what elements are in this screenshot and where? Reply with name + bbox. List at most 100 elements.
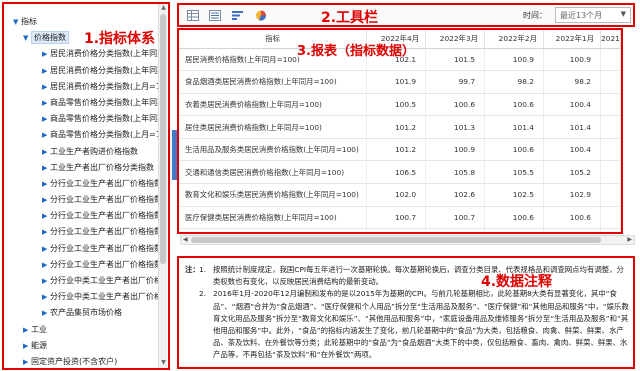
tree-item[interactable]: ▶商品零售价格分类指数(上月=100)	[4, 127, 158, 143]
tree-item[interactable]: ▶ 分行业工业生产者出厂价格指数	[4, 176, 158, 192]
tree-item[interactable]: ▶商品零售价格分类指数(上年同期=100)	[4, 95, 158, 111]
table-cell-overflow	[600, 138, 621, 162]
scroll-down-icon[interactable]: ▼	[159, 359, 168, 368]
tree-scroll-thumb[interactable]	[160, 14, 166, 264]
caret-right-icon[interactable]: ▶	[42, 95, 50, 111]
time-range-select[interactable]: 最近13个月 ▼	[555, 7, 631, 23]
table-icon[interactable]	[187, 10, 199, 21]
table-cell: 100.9	[425, 138, 486, 162]
row-indicator-name: 居住类居民消费价格指数(上年同月=100)	[179, 115, 368, 139]
caret-right-icon[interactable]: ▶	[23, 322, 31, 338]
caret-right-icon[interactable]: ▶	[42, 79, 50, 95]
table-cell-overflow	[600, 93, 621, 117]
tree-item-label: 工业	[31, 324, 47, 334]
report-table-panel: 指标 2022年4月 2022年3月 2022年2月 2022年1月 2021 居民消费价…	[177, 28, 623, 234]
tree-item[interactable]: ▶ 能源	[4, 338, 158, 354]
tree-item[interactable]: ▶居民消费价格分类指数(上年同期=100)	[4, 63, 158, 79]
caret-right-icon[interactable]: ▶	[42, 160, 50, 176]
caret-down-icon[interactable]: ▼	[13, 14, 21, 30]
scroll-left-icon[interactable]: ◀	[183, 236, 188, 243]
tree-item[interactable]: ▶ 工业生产者出厂价格分类指数	[4, 160, 158, 176]
caret-right-icon[interactable]: ▶	[42, 46, 50, 62]
tree-item-label: 分行业中类工业生产者出厂价格指数	[50, 276, 158, 285]
table-cell: 105.2	[543, 160, 601, 185]
table-cell-overflow	[600, 206, 621, 230]
data-notes-panel: 注： 1. 按照统计制度规定，我国CPI每五年进行一次基期轮换。每次基期轮换后，调…	[177, 256, 635, 369]
column-header[interactable]: 2021	[600, 30, 621, 49]
caret-right-icon[interactable]: ▶	[42, 63, 50, 79]
scroll-right-icon[interactable]: ▶	[627, 236, 632, 243]
table-cell: 105.8	[425, 160, 486, 185]
table-row[interactable]: 其他用品和服务类居民消费价格指数(上年同月=100)101.7102.1100.…	[179, 228, 621, 232]
caret-right-icon[interactable]: ▶	[42, 127, 50, 143]
table-cell-overflow	[600, 70, 621, 94]
report-horizontal-scrollbar[interactable]: ◀ ▶	[180, 235, 635, 245]
chevron-down-icon[interactable]: ▼	[621, 10, 626, 18]
table-row[interactable]: 生活用品及服务类居民消费价格指数(上年同月=100) 101.2 100.9 100.…	[179, 138, 621, 162]
caret-right-icon[interactable]: ▶	[42, 208, 50, 224]
tree-item[interactable]: ▶分行业中类工业生产者出厂价格指数	[4, 273, 158, 289]
table-cell: 101.7	[366, 228, 427, 232]
table-row[interactable]: 食品烟酒类居民消费价格指数(上年同月=100) 101.9 99.7 98.2 98.2	[179, 70, 621, 94]
tree-item[interactable]: ▶分行业中类工业生产者出厂价格指数	[4, 289, 158, 305]
table-row[interactable]: 教育文化和娱乐类居民消费价格指数(上年同月=100) 102.0 102.6 102.…	[179, 183, 621, 207]
tree-item[interactable]: ▶ 分行业工业生产者出厂价格指数	[4, 208, 158, 224]
column-header[interactable]: 2022年3月	[425, 30, 486, 49]
tree-item[interactable]: ▶ 分行业工业生产者出厂价格指数	[4, 257, 158, 273]
app-window: ▼指标▼价格指数▶居民消费价格分类指数(上年同期=100)▶居民消费价格分类指数…	[0, 0, 640, 371]
tree-scrollbar[interactable]: ▲ ▼	[158, 4, 167, 368]
report-scroll-thumb[interactable]	[191, 237, 601, 243]
tree-item[interactable]: ▶居民消费价格分类指数(上月=100)	[4, 79, 158, 95]
caret-right-icon[interactable]: ▶	[42, 224, 50, 240]
annotation-tree: 1.指标体系	[84, 31, 156, 47]
tree-item[interactable]: ▶ 工业生产者购进价格指数	[4, 144, 158, 160]
caret-right-icon[interactable]: ▶	[42, 273, 50, 289]
bar-chart-icon[interactable]	[232, 10, 244, 21]
caret-right-icon[interactable]: ▶	[42, 144, 50, 160]
indicator-tree: ▼指标▼价格指数▶居民消费价格分类指数(上年同期=100)▶居民消费价格分类指数…	[4, 4, 158, 368]
caret-down-icon[interactable]: ▼	[23, 30, 31, 46]
table-row[interactable]: 衣着类居民消费价格指数(上年同月=100) 100.5 100.6 100.6 100.…	[179, 93, 621, 117]
table-cell: 101.3	[425, 115, 486, 139]
note-number: 2.	[199, 289, 207, 299]
tree-item[interactable]: ▶ 分行业工业生产者出厂价格指数	[4, 192, 158, 208]
tree-item-label: 价格指数	[31, 31, 69, 45]
tree-item-label: 商品零售价格分类指数(上年同期=100)	[50, 97, 158, 107]
report-table: 指标 2022年4月 2022年3月 2022年2月 2022年1月 2021 居民消费价…	[179, 30, 621, 232]
caret-right-icon[interactable]: ▶	[42, 111, 50, 127]
caret-right-icon[interactable]: ▶	[42, 289, 50, 305]
tree-item[interactable]: ▶商品零售价格分类指数(上年同期=100)	[4, 111, 158, 127]
caret-right-icon[interactable]: ▶	[23, 354, 31, 368]
table-cell: 102.6	[425, 183, 486, 207]
caret-right-icon[interactable]: ▶	[42, 257, 50, 273]
scroll-up-icon[interactable]: ▲	[159, 4, 168, 13]
tree-item[interactable]: ▶ 固定资产投资(不含农户)	[4, 354, 158, 368]
tree-item[interactable]: ▶ 农产品集贸市场价格	[4, 305, 158, 321]
table-row[interactable]: 医疗保健类居民消费价格指数(上年同月=100) 100.7 100.7 100.6 10…	[179, 206, 621, 230]
caret-right-icon[interactable]: ▶	[42, 192, 50, 208]
notes-list: 1. 按照统计制度规定，我国CPI每五年进行一次基期轮换。每次基期轮换后，调查分类…	[199, 264, 629, 362]
caret-right-icon[interactable]: ▶	[42, 241, 50, 257]
table-cell-overflow	[600, 160, 621, 185]
column-header[interactable]: 2022年2月	[484, 30, 544, 49]
tree-item[interactable]: ▶ 分行业工业生产者出厂价格指数	[4, 241, 158, 257]
table-row[interactable]: 交通和通信类居民消费价格指数(上年同月=100) 106.5 105.8 105.5 1…	[179, 160, 621, 185]
pie-chart-icon[interactable]	[255, 10, 267, 21]
tree-item[interactable]: ▶ 工业	[4, 322, 158, 338]
table-row[interactable]: 居住类居民消费价格指数(上年同月=100) 101.2 101.3 101.4 101.…	[179, 115, 621, 139]
caret-right-icon[interactable]: ▶	[23, 338, 31, 354]
table-cell: 100.7	[425, 206, 486, 230]
row-indicator-name: 生活用品及服务类居民消费价格指数(上年同月=100)	[179, 138, 368, 162]
list-icon[interactable]	[209, 10, 221, 21]
column-header[interactable]: 2022年1月	[543, 30, 601, 49]
table-cell-overflow	[600, 183, 621, 207]
caret-right-icon[interactable]: ▶	[42, 176, 50, 192]
tree-item[interactable]: ▶ 分行业工业生产者出厂价格指数	[4, 224, 158, 240]
table-cell: 100.9	[484, 48, 544, 72]
table-cell: 98.2	[484, 70, 544, 94]
caret-right-icon[interactable]: ▶	[42, 305, 50, 321]
tree-item-label: 商品零售价格分类指数(上月=100)	[50, 130, 158, 140]
table-cell: 102.9	[543, 183, 601, 207]
tree-item[interactable]: ▶居民消费价格分类指数(上年同期=100)	[4, 46, 158, 62]
tree-item-label: 工业生产者购进价格指数	[50, 146, 138, 156]
